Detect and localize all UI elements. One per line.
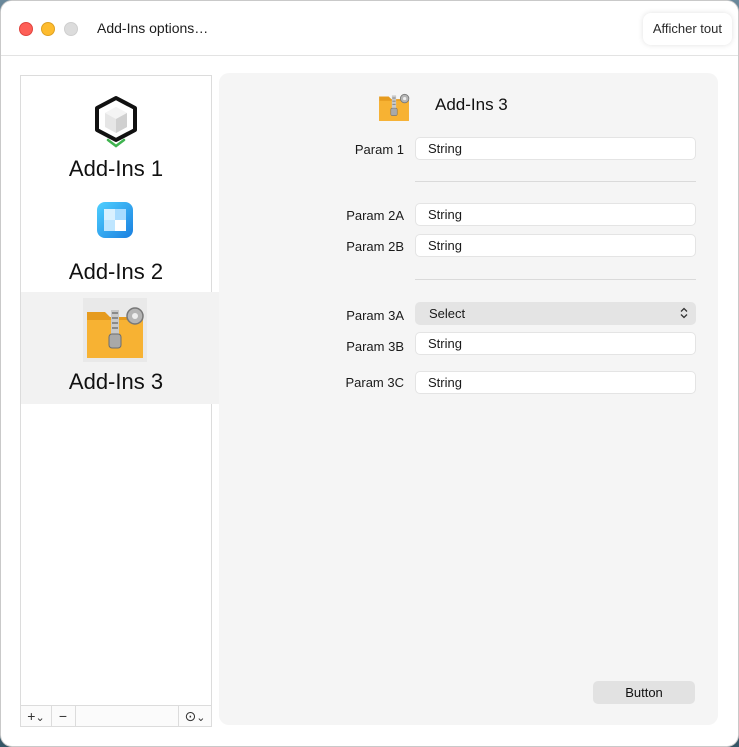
add-addin-button[interactable]: +⌄ [23,706,49,726]
sidebar-item-label: Add-Ins 2 [68,259,164,284]
blue-app-icon [96,201,134,239]
minus-icon: − [58,708,68,724]
chevron-down-icon: ⌄ [196,712,206,724]
cube-icon [91,94,141,150]
zoom-window-button [64,22,78,36]
addins-sidebar: Add-Ins 1 Add-Ins 2 Add-Ins 3 +⌄ − ⊙⌄ [20,75,219,727]
title-bar: Add-Ins options… Afficher tout [1,1,738,56]
close-window-button[interactable] [19,22,33,36]
param-2a-field[interactable] [415,203,696,226]
param-2a-label: Param 2A [346,208,404,223]
zip-folder-icon [377,89,411,123]
divider [415,279,696,280]
sidebar-footer: +⌄ − ⊙⌄ [21,705,211,726]
param-3c-field[interactable] [415,371,696,394]
zip-folder-icon [83,298,147,362]
minimize-window-button[interactable] [41,22,55,36]
param-1-field[interactable] [415,137,696,160]
param-1-label: Param 1 [354,142,404,157]
param-3b-field[interactable] [415,332,696,355]
param-3a-select[interactable]: Select [415,302,696,325]
action-button[interactable]: Button [593,681,695,704]
addin-settings-panel: Add-Ins 3 Param 1 Param 2A Param 2B Para… [219,73,718,725]
sidebar-item-addins-2[interactable]: Add-Ins 2 [21,186,219,292]
sidebar-item-label: Add-Ins 3 [68,369,164,394]
ellipsis-circle-icon: ⊙ [184,708,197,724]
window-title: Add-Ins options… [97,20,209,36]
more-options-button[interactable]: ⊙⌄ [180,706,210,726]
show-all-button[interactable]: Afficher tout [642,13,732,45]
param-2b-field[interactable] [415,234,696,257]
param-3a-selected-value: Select [429,306,466,321]
remove-addin-button[interactable]: − [53,706,73,726]
param-3a-label: Param 3A [346,308,404,323]
param-2b-label: Param 2B [346,239,404,254]
sidebar-item-addins-1[interactable]: Add-Ins 1 [21,76,219,186]
param-3c-label: Param 3C [345,375,404,390]
param-3b-label: Param 3B [346,339,404,354]
chevron-down-icon: ⌄ [35,712,45,724]
sidebar-item-addins-3[interactable]: Add-Ins 3 [21,292,219,404]
sidebar-item-label: Add-Ins 1 [68,156,164,181]
preferences-window: Add-Ins options… Afficher tout Add-Ins 1 [0,0,739,747]
up-down-chevron-icon [680,302,688,325]
divider [415,181,696,182]
panel-title: Add-Ins 3 [435,95,508,114]
